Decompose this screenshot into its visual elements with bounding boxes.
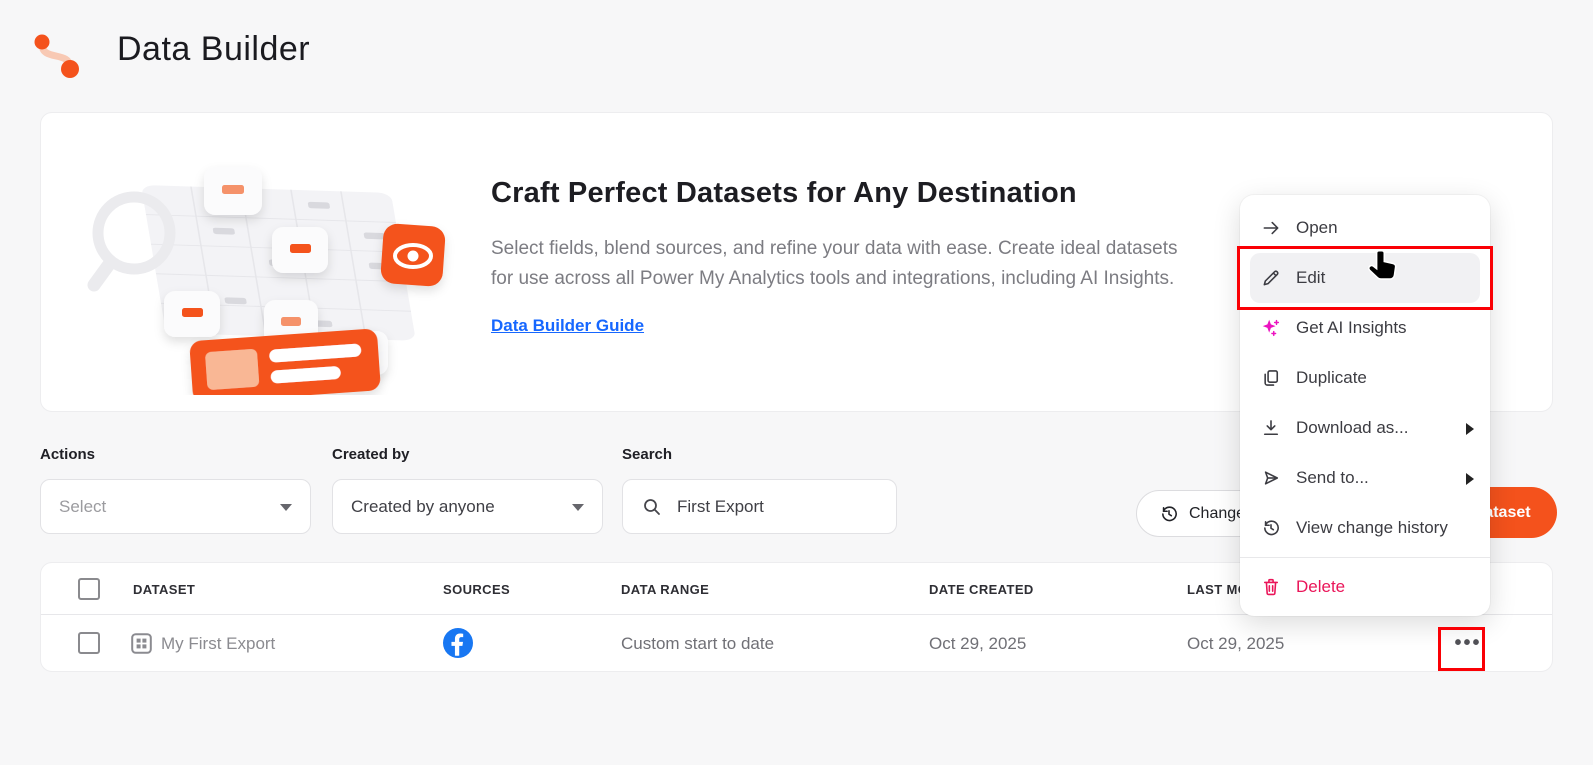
app-header: Data Builder: [0, 0, 1593, 100]
hero-title: Craft Perfect Datasets for Any Destinati…: [491, 177, 1077, 210]
actions-label: Actions: [40, 446, 95, 463]
menu-item-label: Open: [1296, 218, 1338, 238]
menu-divider: [1240, 557, 1490, 558]
menu-item-label: Download as...: [1296, 418, 1408, 438]
search-input[interactable]: [677, 497, 867, 517]
created-by-label: Created by: [332, 446, 410, 463]
search-label: Search: [622, 446, 672, 463]
dataset-name[interactable]: My First Export: [161, 634, 275, 654]
menu-item-duplicate[interactable]: Duplicate: [1240, 353, 1490, 403]
menu-item-view-change-history[interactable]: View change history: [1240, 503, 1490, 553]
menu-item-label: Get AI Insights: [1296, 318, 1407, 338]
table-row[interactable]: My First Export Custom start to date Oct…: [41, 615, 1552, 672]
column-header-data-range: DATA RANGE: [621, 582, 709, 597]
menu-item-label: Delete: [1296, 577, 1345, 597]
send-icon: [1260, 467, 1282, 489]
app-logo-icon: [30, 30, 80, 80]
actions-select-value: Select: [41, 497, 106, 517]
download-icon: [1260, 417, 1282, 439]
submenu-chevron-right-icon: [1466, 423, 1474, 435]
actions-select[interactable]: Select: [40, 479, 311, 534]
menu-item-label: Send to...: [1296, 468, 1369, 488]
row-checkbox[interactable]: [78, 632, 100, 654]
eye-icon: [380, 223, 446, 287]
column-header-dataset: DATASET: [133, 582, 195, 597]
select-all-checkbox[interactable]: [78, 578, 100, 600]
arrow-right-icon: [1260, 217, 1282, 239]
menu-item-label: Duplicate: [1296, 368, 1367, 388]
sparkles-icon: [1260, 317, 1282, 339]
row-context-menu: Open Edit Get AI Insights Duplicate Down…: [1240, 195, 1490, 616]
menu-item-send-to[interactable]: Send to...: [1240, 453, 1490, 503]
data-range-value: Custom start to date: [621, 634, 774, 654]
history-icon: [1159, 504, 1179, 524]
row-actions-menu-button[interactable]: •••: [1446, 623, 1490, 663]
menu-item-get-ai-insights[interactable]: Get AI Insights: [1240, 303, 1490, 353]
menu-item-download-as[interactable]: Download as...: [1240, 403, 1490, 453]
created-by-select-value: Created by anyone: [333, 497, 495, 517]
dataset-grid-icon: [131, 633, 152, 654]
submenu-chevron-right-icon: [1466, 473, 1474, 485]
data-card-shape: [189, 328, 381, 395]
chevron-down-icon: [572, 504, 584, 511]
data-builder-guide-link[interactable]: Data Builder Guide: [491, 316, 644, 336]
hero-description-line1: Select fields, blend sources, and refine…: [491, 234, 1178, 264]
pencil-icon: [1260, 267, 1282, 289]
history-icon: [1260, 517, 1282, 539]
menu-item-label: Edit: [1296, 268, 1325, 288]
menu-item-open[interactable]: Open: [1240, 203, 1490, 253]
facebook-icon: [443, 628, 473, 658]
last-modified-value: Oct 29, 2025: [1187, 634, 1284, 654]
trash-icon: [1260, 576, 1282, 598]
menu-item-label: View change history: [1296, 518, 1448, 538]
hero-description: Select fields, blend sources, and refine…: [491, 234, 1178, 294]
hero-description-line2: for use across all Power My Analytics to…: [491, 264, 1178, 294]
column-header-date-created: DATE CREATED: [929, 582, 1034, 597]
datasets-illustration: [86, 145, 466, 395]
search-field[interactable]: [622, 479, 897, 534]
created-by-select[interactable]: Created by anyone: [332, 479, 603, 534]
chevron-down-icon: [280, 504, 292, 511]
search-icon: [643, 498, 661, 516]
menu-item-delete[interactable]: Delete: [1240, 562, 1490, 612]
column-header-sources: SOURCES: [443, 582, 510, 597]
duplicate-icon: [1260, 367, 1282, 389]
menu-item-edit[interactable]: Edit: [1250, 253, 1480, 303]
page-title: Data Builder: [117, 30, 310, 69]
date-created-value: Oct 29, 2025: [929, 634, 1026, 654]
